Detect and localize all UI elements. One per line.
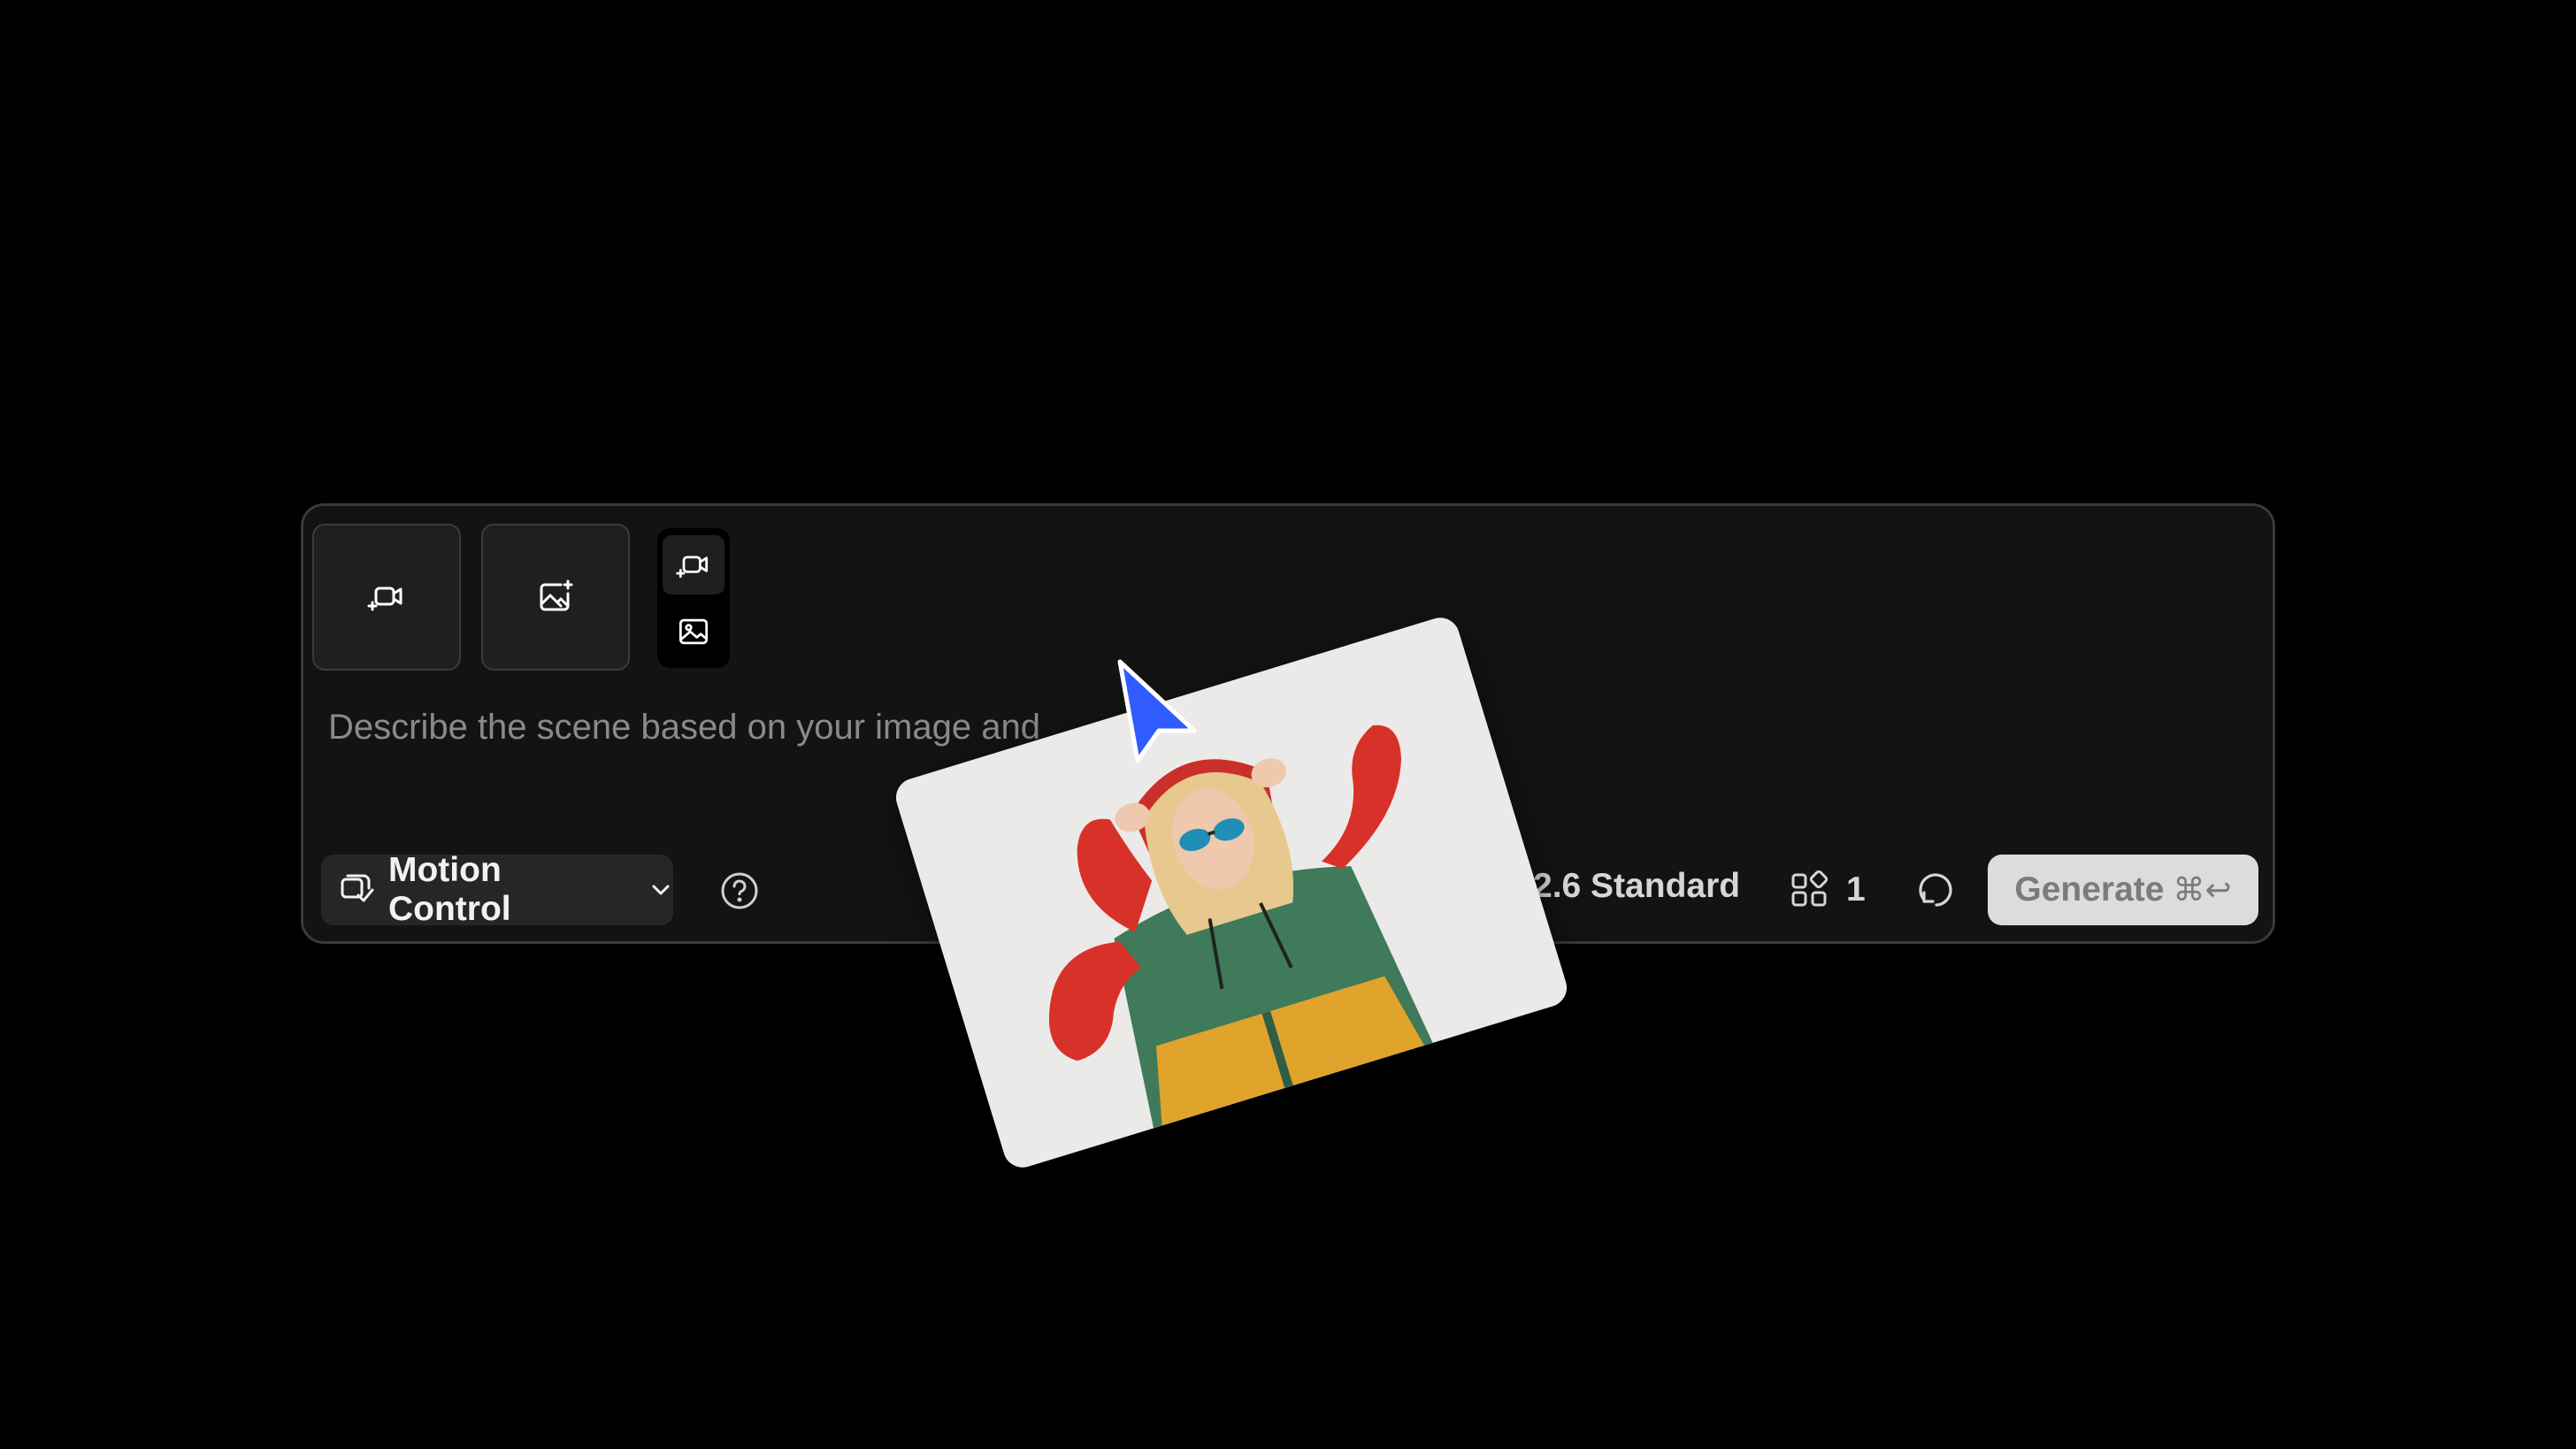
video-upload-tile[interactable] [312,524,461,671]
image-mode-toggle[interactable] [663,602,724,661]
motion-control-icon [341,874,374,902]
motion-control-dropdown[interactable]: Motion Control [321,851,673,928]
loop-icon[interactable] [1913,868,1958,912]
image-icon [678,618,709,644]
pointer-cursor-icon [1117,659,1197,763]
output-count: 1 [1846,870,1866,908]
image-upload-tile[interactable] [481,524,630,671]
help-icon[interactable] [719,870,760,911]
generate-shortcut: ⌘↩ [2173,871,2232,908]
output-count-selector[interactable]: 1 [1790,863,1866,916]
video-sparkle-icon [367,586,402,611]
mode-label: Motion Control [388,851,511,928]
chevron-down-icon [652,885,670,895]
grid-icon [1791,870,1828,907]
generate-label: Generate [2014,870,2165,908]
generate-button[interactable]: Generate ⌘↩ [1988,855,2258,925]
image-sparkle-icon [540,579,573,611]
video-mode-toggle[interactable] [663,535,724,594]
mode-switch [657,528,730,668]
model-selector[interactable]: 2.6 Standard [1533,867,1740,906]
video-sparkle-icon [676,555,709,578]
